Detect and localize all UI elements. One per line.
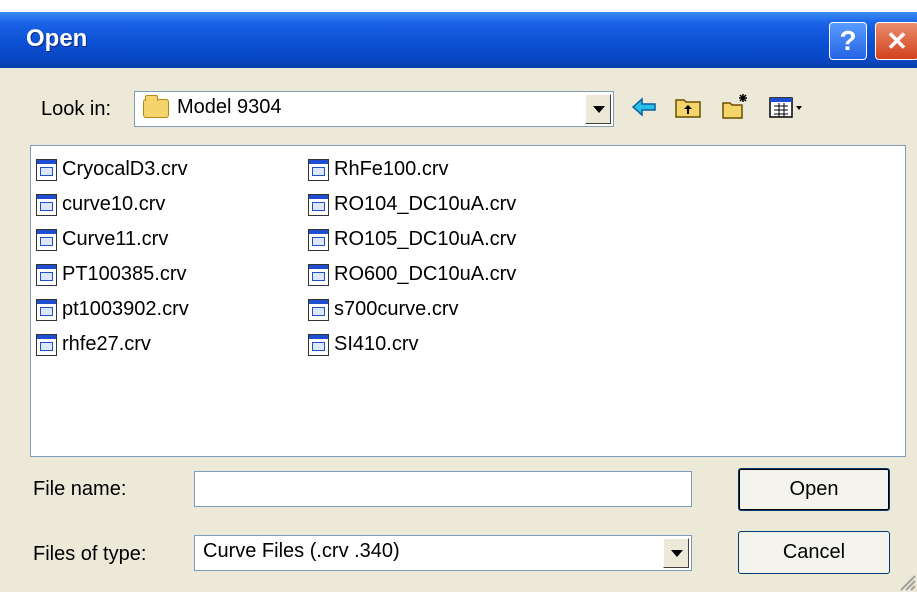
back-icon[interactable] [630,92,660,122]
curve-file-icon [308,229,329,251]
curve-file-icon [308,194,329,216]
files-of-type-combo[interactable]: Curve Files (.crv .340) [194,535,692,571]
curve-file-icon [308,299,329,321]
curve-file-icon [308,334,329,356]
new-folder-icon[interactable] [720,92,750,122]
curve-file-icon [36,229,57,251]
files-of-type-label: Files of type: [33,543,147,565]
files-of-type-value: Curve Files (.crv .340) [203,540,400,562]
curve-file-icon [308,264,329,286]
look-in-combo[interactable]: Model 9304 [134,91,614,127]
curve-file-icon [36,299,57,321]
look-in-value: Model 9304 [177,96,282,118]
title-bar[interactable]: Open ? ✕ [0,12,917,68]
look-in-label: Look in: [41,98,112,120]
open-dialog: Open ? ✕ Look in: Model 9304 CryocalD3.c… [0,12,917,592]
file-name-label: File name: [33,478,127,500]
cancel-button[interactable]: Cancel [738,531,890,574]
up-one-level-icon[interactable] [673,92,703,122]
close-button[interactable]: ✕ [875,22,917,60]
curve-file-icon [308,159,329,181]
chevron-down-icon[interactable] [585,94,611,124]
curve-file-icon [36,159,57,181]
help-button[interactable]: ? [829,22,867,60]
curve-file-icon [36,194,57,216]
folder-icon [143,95,169,118]
curve-file-icon [36,334,57,356]
file-name-field[interactable] [194,471,692,507]
view-menu-icon[interactable] [767,92,807,122]
open-button[interactable]: Open [738,468,890,511]
chevron-down-icon[interactable] [663,538,689,568]
dialog-title: Open [26,25,88,52]
resize-grip-icon[interactable] [897,572,917,592]
curve-file-icon [36,264,57,286]
file-list[interactable]: CryocalD3.crv curve10.crv Curve11.crv PT… [30,145,906,457]
